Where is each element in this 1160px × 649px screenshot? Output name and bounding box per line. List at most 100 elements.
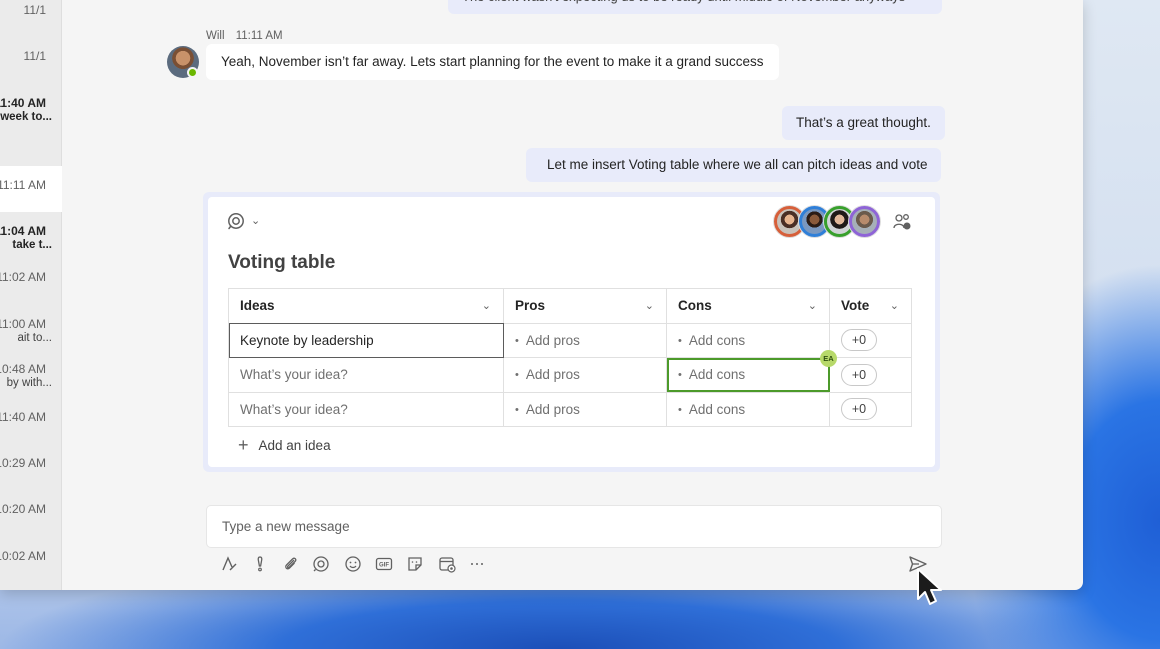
schedule-meeting-icon[interactable] [437,553,457,575]
chat-time: 11/1 [23,3,46,17]
column-label: Cons [678,298,712,314]
chat-list-item[interactable]: 11:40 AM week to... [0,90,62,130]
chat-time: 11:04 AM [0,224,46,238]
cons-cell[interactable]: Add cons [666,322,830,358]
plus-icon: + [238,435,249,455]
message-incoming: Yeah, November isn’t far away. Lets star… [206,44,779,80]
card-title: Voting table [228,252,336,273]
emoji-icon[interactable] [343,553,363,575]
chat-time: 10:48 AM [0,362,46,376]
column-header-pros[interactable]: Pros ⌄ [503,288,667,324]
column-label: Ideas [240,298,275,314]
column-header-cons[interactable]: Cons ⌄ [666,288,830,324]
loop-card-body: ⌄ Voting table Ideas ⌄ Pros ⌄ Cons ⌄ Vot… [208,197,935,467]
message-input[interactable] [207,506,941,547]
cons-placeholder: Add cons [678,367,745,382]
message-outgoing: That’s a great thought. [782,106,945,140]
vote-button[interactable]: +0 [841,363,877,386]
chevron-down-icon[interactable]: ⌄ [482,299,491,312]
people-share-icon[interactable] [892,212,912,232]
chevron-down-icon[interactable]: ⌄ [251,214,260,227]
chat-list: 11/1 11/1 11:40 AM week to... 11:11 AM 1… [0,0,62,590]
table-row: What’s your idea? Add pros Add cons EA +0 [228,350,912,393]
cons-cell[interactable]: Add cons [666,391,830,427]
chat-list-item[interactable]: 11:04 AM take t... [0,218,62,258]
cons-cell-active[interactable]: Add cons EA [666,350,837,393]
table-row: Keynote by leadership Add pros Add cons … [228,322,912,358]
chat-list-item[interactable]: 11:00 AM ait to... [0,312,62,352]
sticker-icon[interactable] [405,553,425,575]
teams-window: 11/1 11/1 11:40 AM week to... 11:11 AM 1… [0,0,1083,590]
column-header-ideas[interactable]: Ideas ⌄ [228,288,504,324]
message-outgoing: Let me insert Voting table where we all … [526,148,942,182]
pros-placeholder: Add pros [515,367,580,382]
message-composer [206,505,942,548]
mouse-pointer-icon [917,568,942,605]
message-outgoing-partial: The client wasn't expecting us to be rea… [448,0,942,14]
chat-list-item-active[interactable]: 11:11 AM [0,166,62,212]
chat-time: 11:02 AM [0,270,46,284]
chat-time: 10:29 AM [0,456,46,470]
idea-cell[interactable]: What’s your idea? [228,391,504,427]
loop-component-card: ⌄ Voting table Ideas ⌄ Pros ⌄ Cons ⌄ Vot… [203,192,940,472]
vote-cell: +0 [829,357,912,393]
voting-table: Ideas ⌄ Pros ⌄ Cons ⌄ Vote ⌄ Keynote by lead… [228,288,912,427]
message-header: Will 11:11 AM [206,30,291,42]
chat-time: 11:40 AM [0,410,46,424]
format-icon[interactable] [219,553,239,575]
attach-icon[interactable] [281,553,301,575]
chevron-down-icon[interactable]: ⌄ [808,299,817,312]
chevron-down-icon[interactable]: ⌄ [890,299,899,312]
table-row: What’s your idea? Add pros Add cons +0 [228,391,912,427]
chat-list-item[interactable]: 10:02 AM [0,545,62,571]
add-idea-button[interactable]: + Add an idea [238,434,331,455]
vote-button[interactable]: +0 [841,398,877,421]
chat-list-item[interactable]: 11/1 [0,40,62,70]
pros-cell[interactable]: Add pros [503,357,667,393]
chat-preview: take t... [12,239,52,251]
chat-list-item[interactable]: 11:02 AM [0,265,62,291]
chat-list-item[interactable]: 10:29 AM [0,452,62,478]
message-time: 11:11 AM [235,30,283,42]
chat-time: 11:40 AM [0,96,46,110]
chat-list-item[interactable]: 10:20 AM [0,498,62,524]
pros-cell[interactable]: Add pros [503,322,667,358]
idea-cell[interactable]: Keynote by leadership [228,322,504,358]
idea-cell[interactable]: What’s your idea? [228,357,504,393]
add-idea-label: Add an idea [258,438,331,453]
chat-time: 11:11 AM [0,178,46,192]
cons-placeholder: Add cons [678,333,745,348]
column-label: Vote [841,298,870,314]
chat-time: 11/1 [23,49,46,63]
chat-time: 10:02 AM [0,549,46,563]
chat-preview: ait to... [17,332,52,344]
pros-placeholder: Add pros [515,402,580,417]
message-author: Will [206,30,225,42]
svg-text:GIF: GIF [379,563,389,569]
chat-preview: week to... [0,111,52,123]
loop-icon[interactable] [227,212,245,230]
vote-cell: +0 [829,322,912,358]
chevron-down-icon[interactable]: ⌄ [645,299,654,312]
table-header-row: Ideas ⌄ Pros ⌄ Cons ⌄ Vote ⌄ [228,288,912,324]
collaborator-cursor-badge: EA [820,350,837,367]
vote-button[interactable]: +0 [841,329,877,352]
chat-list-item[interactable]: 10:48 AM by with... [0,357,62,397]
column-label: Pros [515,298,546,314]
chat-time: 11:00 AM [0,317,46,331]
vote-cell: +0 [829,391,912,427]
cons-placeholder: Add cons [678,402,745,417]
important-icon[interactable] [250,553,270,575]
column-header-vote[interactable]: Vote ⌄ [829,288,912,324]
loop-icon[interactable] [311,553,331,575]
presence-available-icon [187,67,198,78]
pros-placeholder: Add pros [515,333,580,348]
gif-icon[interactable]: GIF [374,553,394,575]
chat-time: 10:20 AM [0,502,46,516]
more-icon[interactable] [467,553,487,575]
pros-cell[interactable]: Add pros [503,391,667,427]
chat-list-item[interactable]: 11:40 AM [0,405,62,431]
avatar[interactable] [849,206,880,237]
chat-preview: by with... [6,377,52,389]
chat-list-item[interactable]: 11/1 [0,0,62,22]
